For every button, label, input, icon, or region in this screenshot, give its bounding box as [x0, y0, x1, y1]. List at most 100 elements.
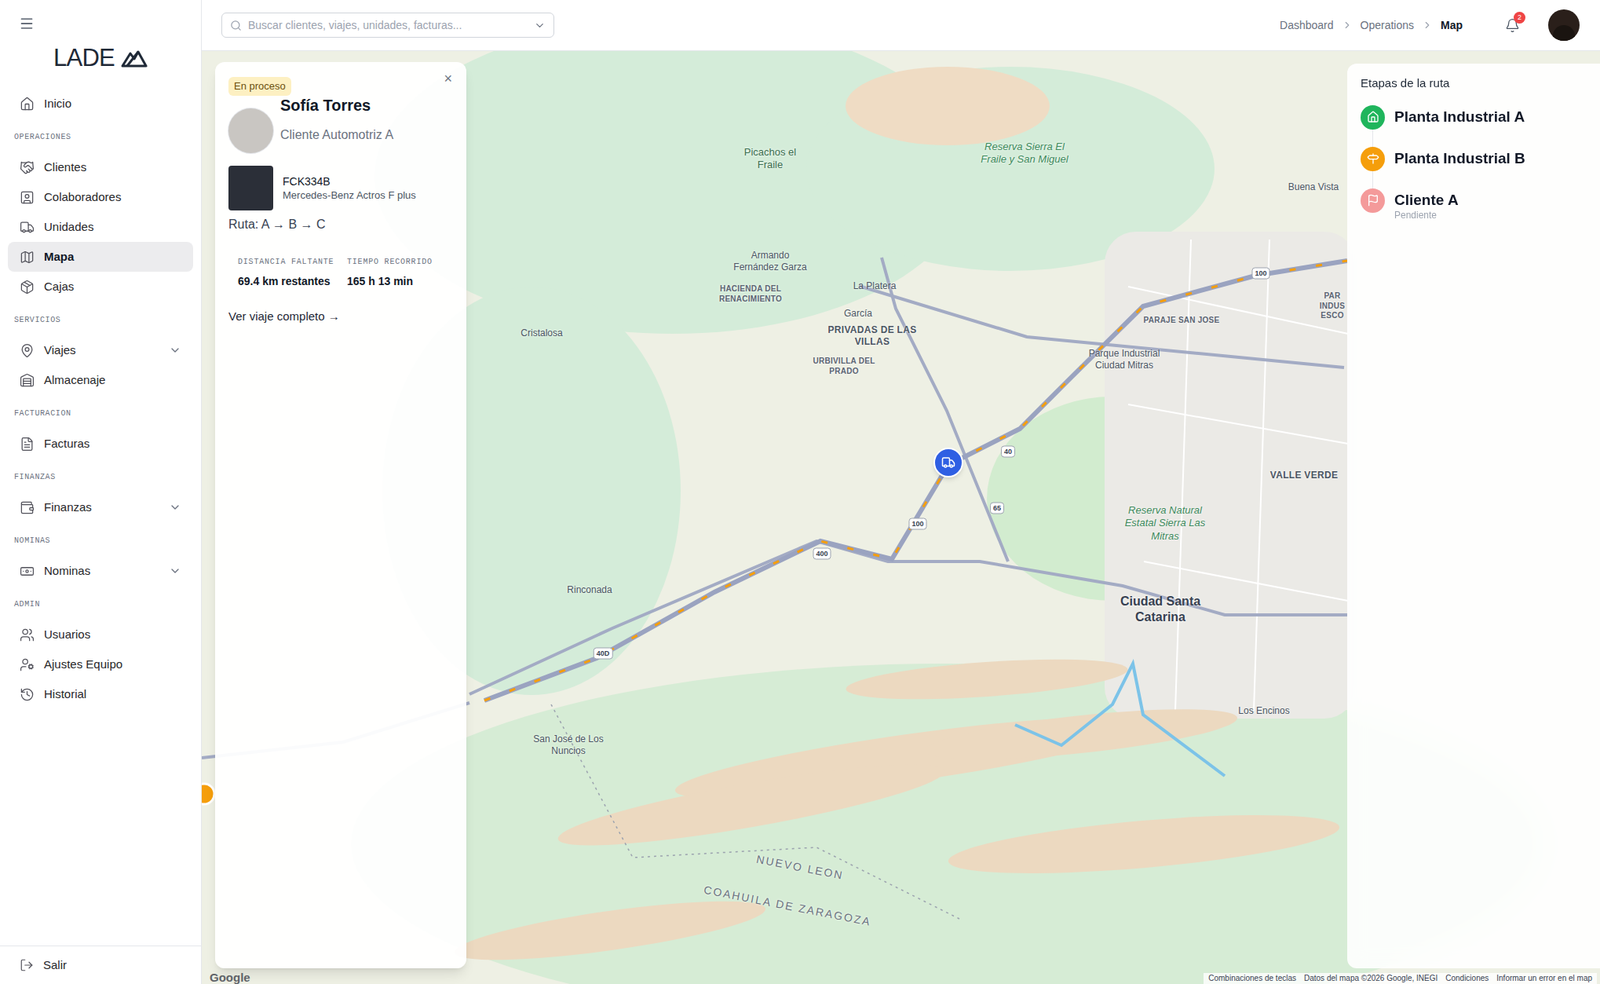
- route-stage[interactable]: Planta Industrial A: [1360, 105, 1587, 147]
- route-panel-title: Etapas de la ruta: [1360, 74, 1587, 93]
- nav-icon: [19, 343, 35, 358]
- map-label: Reserva Natural Estatal Sierra Las Mitra…: [1120, 504, 1211, 543]
- stage-name: Planta Industrial B: [1394, 149, 1526, 169]
- map-label: PARAJE SAN JOSE: [1143, 315, 1221, 326]
- map-footer-link[interactable]: Informar un error en el map: [1496, 972, 1593, 984]
- sidebar-item[interactable]: Facturas: [7, 428, 194, 459]
- logo[interactable]: LADE: [0, 45, 201, 70]
- trip-stat: TIEMPO RECORRIDO165 h 13 min: [347, 255, 444, 289]
- route-stage[interactable]: Cliente APendiente: [1360, 188, 1587, 222]
- search-icon: [230, 19, 242, 32]
- map-label: Cristalosa: [520, 327, 563, 340]
- sidebar-section: SERVICIOSViajesAlmacenaje: [7, 301, 194, 395]
- stage-name: Planta Industrial A: [1394, 107, 1525, 127]
- map-label: VALLE VERDE: [1270, 469, 1338, 482]
- sidebar-item[interactable]: Usuarios: [7, 619, 194, 650]
- map-label: San José de Los Nuncios: [531, 733, 607, 757]
- sidebar-item[interactable]: Colaboradores: [7, 182, 194, 212]
- view-trip-link[interactable]: Ver viaje completo →: [228, 307, 453, 326]
- breadcrumb[interactable]: Dashboard: [1279, 17, 1334, 34]
- sidebar-item-label: Mapa: [43, 248, 182, 267]
- truck-marker[interactable]: [933, 447, 964, 478]
- sidebar-section: FACTURACIONFacturas: [7, 394, 194, 459]
- trip-stats: DISTANCIA FALTANTE69.4 km restantes TIEMP…: [228, 255, 453, 289]
- notifications-button[interactable]: 2: [1505, 18, 1520, 33]
- stage-marker: [1360, 105, 1385, 130]
- truck-icon: [941, 455, 956, 470]
- sidebar-item-label: Historial: [43, 685, 182, 704]
- highway-shield: 100: [908, 518, 927, 530]
- map-label: Parque Industrial Ciudad Mitras: [1087, 347, 1162, 372]
- unit-row[interactable]: FCK334BMercedes-Benz Actros F plus: [228, 165, 453, 211]
- sidebar-item[interactable]: Unidades: [7, 211, 194, 242]
- sidebar-item[interactable]: Ajustes Equipo: [7, 649, 194, 680]
- nav-icon: [19, 372, 35, 388]
- nav-icon: [19, 500, 35, 516]
- route-panel: Etapas de la ruta Planta Industrial A Plan…: [1347, 63, 1600, 969]
- signpost-icon: [1366, 152, 1380, 165]
- main: Buscar clientes, viajes, unidades, factu…: [201, 0, 1600, 984]
- map-label: HACIENDA DEL RENACIMIENTO: [705, 284, 797, 304]
- map-footer-link[interactable]: Datos del mapa ©2026 Google, INEGI: [1304, 972, 1438, 984]
- breadcrumb[interactable]: Operations: [1360, 17, 1414, 34]
- sidebar-section: NOMINAS Nominas: [7, 522, 194, 586]
- logout-button[interactable]: Salir: [0, 945, 201, 984]
- sidebar-item[interactable]: Finanzas: [7, 492, 194, 523]
- sidebar-item-label: Ajustes Equipo: [43, 655, 182, 674]
- sidebar-item[interactable]: Historial: [7, 679, 194, 709]
- sidebar-item[interactable]: Mapa: [7, 241, 194, 272]
- route-stage[interactable]: Planta Industrial B: [1360, 146, 1587, 189]
- sidebar-section: ADMINUsuariosAjustes EquipoHistorial: [7, 585, 194, 709]
- map-label: Reserva Sierra El Fraile y San Miguel: [977, 140, 1072, 167]
- trip-stat: DISTANCIA FALTANTE69.4 km restantes: [237, 255, 335, 289]
- sidebar: LADEInicioOPERACIONESClientesColaborador…: [0, 0, 202, 984]
- map-label: PRIVADAS DE LAS VILLAS: [827, 324, 918, 348]
- stage-name: Cliente A: [1394, 190, 1459, 210]
- nav-icon: [19, 160, 35, 176]
- home-icon: [1366, 110, 1380, 124]
- nav-icon: [19, 189, 35, 205]
- sidebar-item[interactable]: Inicio: [7, 88, 194, 119]
- sidebar-item-label: Unidades: [43, 218, 182, 237]
- sidebar-item-label: Colaboradores: [43, 188, 182, 207]
- breadcrumb[interactable]: Map: [1440, 17, 1463, 34]
- stage-marker: [1360, 146, 1385, 172]
- map-label: Armando Fernández Garza: [733, 249, 808, 274]
- chevron-down-icon: [168, 564, 182, 578]
- map-label: Ciudad Santa Catarina: [1113, 593, 1208, 625]
- sidebar-item[interactable]: Viajes: [7, 335, 194, 366]
- sidebar-section-title: FINANZAS: [14, 471, 56, 483]
- sidebar-item[interactable]: Almacenaje: [7, 365, 194, 395]
- sidebar-section-title: NOMINAS: [14, 534, 51, 547]
- map-footer-link[interactable]: Condiciones: [1445, 972, 1489, 984]
- menu-icon[interactable]: [18, 15, 35, 32]
- sidebar-item[interactable]: Nominas: [7, 555, 194, 586]
- logo-text: LADE: [53, 45, 115, 70]
- highway-shield: 65: [989, 502, 1005, 515]
- stage-marker: [1360, 188, 1385, 213]
- map[interactable]: Picachos el FraileReserva Sierra El Frai…: [201, 51, 1600, 984]
- user-avatar[interactable]: [1548, 9, 1580, 41]
- route-text: Ruta: A → B → C: [228, 216, 453, 233]
- logo-icon: [120, 48, 148, 68]
- map-footer-link[interactable]: Combinaciones de teclas: [1208, 972, 1297, 984]
- close-button[interactable]: ×: [443, 71, 453, 86]
- search-placeholder: Buscar clientes, viajes, unidades, factu…: [248, 17, 528, 34]
- sidebar-item-label: Viajes: [43, 341, 160, 360]
- nav-icon: [19, 563, 35, 579]
- highway-shield: 100: [1251, 267, 1270, 280]
- nav-icon: [19, 686, 35, 702]
- map-label: URBIVILLA DEL PRADO: [808, 356, 880, 377]
- sidebar-item[interactable]: Cajas: [7, 271, 194, 302]
- client-name: Cliente Automotriz A: [280, 127, 394, 143]
- nav-icon: [19, 436, 35, 452]
- truck-photo: [228, 165, 274, 211]
- highway-shield: 400: [812, 547, 831, 560]
- map-label: Buena Vista: [1288, 181, 1340, 194]
- sidebar-item[interactable]: Clientes: [7, 152, 194, 183]
- driver-name: Sofía Torres: [280, 95, 394, 115]
- search-field[interactable]: Buscar clientes, viajes, unidades, factu…: [221, 12, 555, 38]
- nav-icon: [19, 219, 35, 235]
- nav-icon: [19, 657, 35, 673]
- sidebar-item-label: Finanzas: [43, 498, 160, 517]
